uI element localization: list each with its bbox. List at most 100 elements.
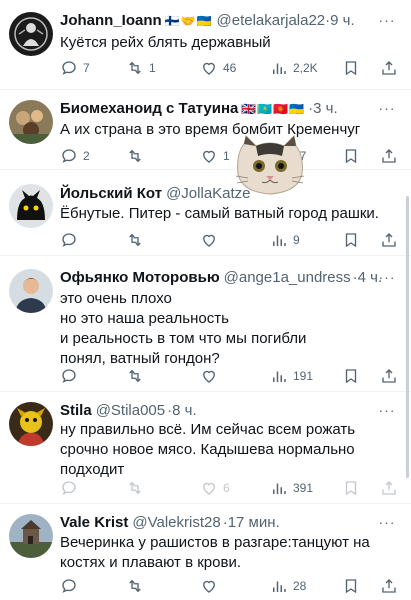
tweet-actions: 7 1 46 2,2K [52, 57, 398, 79]
retweet-button[interactable] [126, 145, 149, 167]
bookmark-icon [342, 147, 360, 165]
views-icon [270, 479, 288, 497]
user-handle[interactable]: @ange1a_undress [224, 269, 351, 286]
bookmark-button[interactable] [342, 477, 360, 499]
reply-button[interactable] [60, 229, 78, 251]
like-count: 1 [223, 149, 230, 163]
tweet-header: Johann_Ioann 🇫🇮🤝🇺🇦 @etelakarjala22·9 ч. [60, 11, 381, 31]
more-icon[interactable]: ··· [377, 515, 397, 531]
retweet-button[interactable]: 1 [126, 57, 156, 79]
display-name[interactable]: Johann_Ioann [60, 12, 162, 29]
display-name[interactable]: Vale Krist [60, 514, 128, 531]
avatar[interactable] [9, 12, 53, 56]
retweet-button[interactable] [126, 229, 144, 251]
bookmark-button[interactable] [342, 575, 360, 597]
bookmark-icon [342, 479, 360, 497]
tweet-actions: 6 391 [52, 477, 398, 499]
timestamp[interactable]: 8 ч. [172, 402, 197, 419]
like-button[interactable] [200, 575, 218, 597]
retweet-button[interactable] [126, 365, 144, 387]
tweet[interactable]: Stila @Stila005·8 ч. ··· ну правильно всё… [0, 392, 411, 504]
views-button[interactable]: 391 [270, 477, 313, 499]
avatar[interactable] [9, 269, 53, 313]
tweet-actions: 9 [52, 229, 398, 251]
display-name[interactable]: Биомеханоид с Татуина [60, 100, 238, 117]
reply-button[interactable]: 7 [60, 57, 90, 79]
scrollbar[interactable] [406, 196, 409, 478]
like-icon [200, 367, 218, 385]
tweet-text: ну правильно всё. Им сейчас всем рожать … [60, 421, 356, 478]
display-name[interactable]: Stila [60, 402, 92, 419]
avatar[interactable] [9, 402, 53, 446]
reply-icon [60, 147, 78, 165]
tweet[interactable]: Johann_Ioann 🇫🇮🤝🇺🇦 @etelakarjala22·9 ч. ··… [0, 0, 411, 90]
retweet-icon [126, 231, 144, 249]
like-icon [200, 231, 218, 249]
avatar[interactable] [9, 184, 53, 228]
reply-button[interactable] [60, 575, 78, 597]
views-count: 2,2K [293, 61, 318, 75]
user-handle[interactable]: @Valekrist28 [132, 514, 220, 531]
tweet-actions: 191 [52, 365, 398, 387]
tweet[interactable]: Офьянко Моторовью @ange1a_undress ·4 ч. ··… [0, 256, 411, 392]
tweet-actions: 2 1 57 [52, 145, 398, 167]
views-count: 28 [293, 579, 307, 593]
more-icon[interactable]: ··· [377, 101, 397, 117]
like-button[interactable] [200, 229, 218, 251]
views-button[interactable]: 28 [270, 575, 306, 597]
share-button[interactable] [380, 365, 398, 387]
views-button[interactable]: 191 [270, 365, 313, 387]
timestamp[interactable]: 3 ч. [313, 100, 338, 117]
more-icon[interactable]: ··· [377, 13, 397, 29]
tweet[interactable]: Йольский Кот @JollaKatze Ёбнутые. Питер -… [0, 170, 411, 256]
like-button[interactable]: 46 [200, 57, 236, 79]
tweet[interactable]: Биомеханоид с Татуина 🇬🇧🇰🇿🇰🇬🇺🇦 ·3 ч. ··· А… [0, 90, 411, 170]
reply-icon [60, 577, 78, 595]
share-icon [380, 147, 398, 165]
share-button[interactable] [380, 57, 398, 79]
bookmark-button[interactable] [342, 145, 360, 167]
avatar[interactable] [9, 514, 53, 558]
views-count: 9 [293, 233, 300, 247]
views-icon [270, 59, 288, 77]
share-button[interactable] [380, 575, 398, 597]
tweet-text: Вечеринка у рашистов в разгаре:танцуют н… [60, 534, 370, 571]
reply-button[interactable]: 2 [60, 145, 90, 167]
more-icon[interactable]: ··· [377, 403, 397, 419]
reply-button[interactable] [60, 477, 78, 499]
views-icon [270, 577, 288, 595]
retweet-count: 1 [149, 61, 156, 75]
views-button[interactable]: 2,2K [270, 57, 318, 79]
user-handle[interactable]: @etelakarjala22 [217, 12, 326, 29]
views-button[interactable]: 9 [270, 229, 300, 251]
bookmark-button[interactable] [342, 229, 360, 251]
timestamp[interactable]: 9 ч. [330, 12, 355, 29]
like-button[interactable]: 1 [200, 145, 230, 167]
more-icon[interactable]: ··· [377, 270, 397, 286]
avatar[interactable] [9, 100, 53, 144]
retweet-button[interactable] [126, 477, 144, 499]
bookmark-icon [342, 577, 360, 595]
like-icon [200, 147, 218, 165]
share-icon [380, 577, 398, 595]
user-handle[interactable]: @Stila005 [96, 402, 165, 419]
tweet-text: Куётся рейх блять державный [60, 34, 271, 51]
retweet-icon [126, 147, 144, 165]
share-button[interactable] [380, 145, 398, 167]
bookmark-button[interactable] [342, 57, 360, 79]
share-button[interactable] [380, 477, 398, 499]
display-name[interactable]: Офьянко Моторовью [60, 269, 220, 286]
retweet-icon [126, 577, 144, 595]
like-button[interactable] [200, 365, 218, 387]
like-button[interactable]: 6 [200, 477, 230, 499]
timestamp[interactable]: 17 мин. [228, 514, 280, 531]
retweet-button[interactable] [126, 575, 144, 597]
tweet[interactable]: Vale Krist @Valekrist28·17 мин. ··· Вечер… [0, 504, 411, 600]
reply-button[interactable] [60, 365, 78, 387]
like-count: 6 [223, 481, 230, 495]
bookmark-button[interactable] [342, 365, 360, 387]
reply-count: 2 [83, 149, 90, 163]
display-name[interactable]: Йольский Кот [60, 185, 162, 202]
share-button[interactable] [380, 229, 398, 251]
reply-icon [60, 231, 78, 249]
